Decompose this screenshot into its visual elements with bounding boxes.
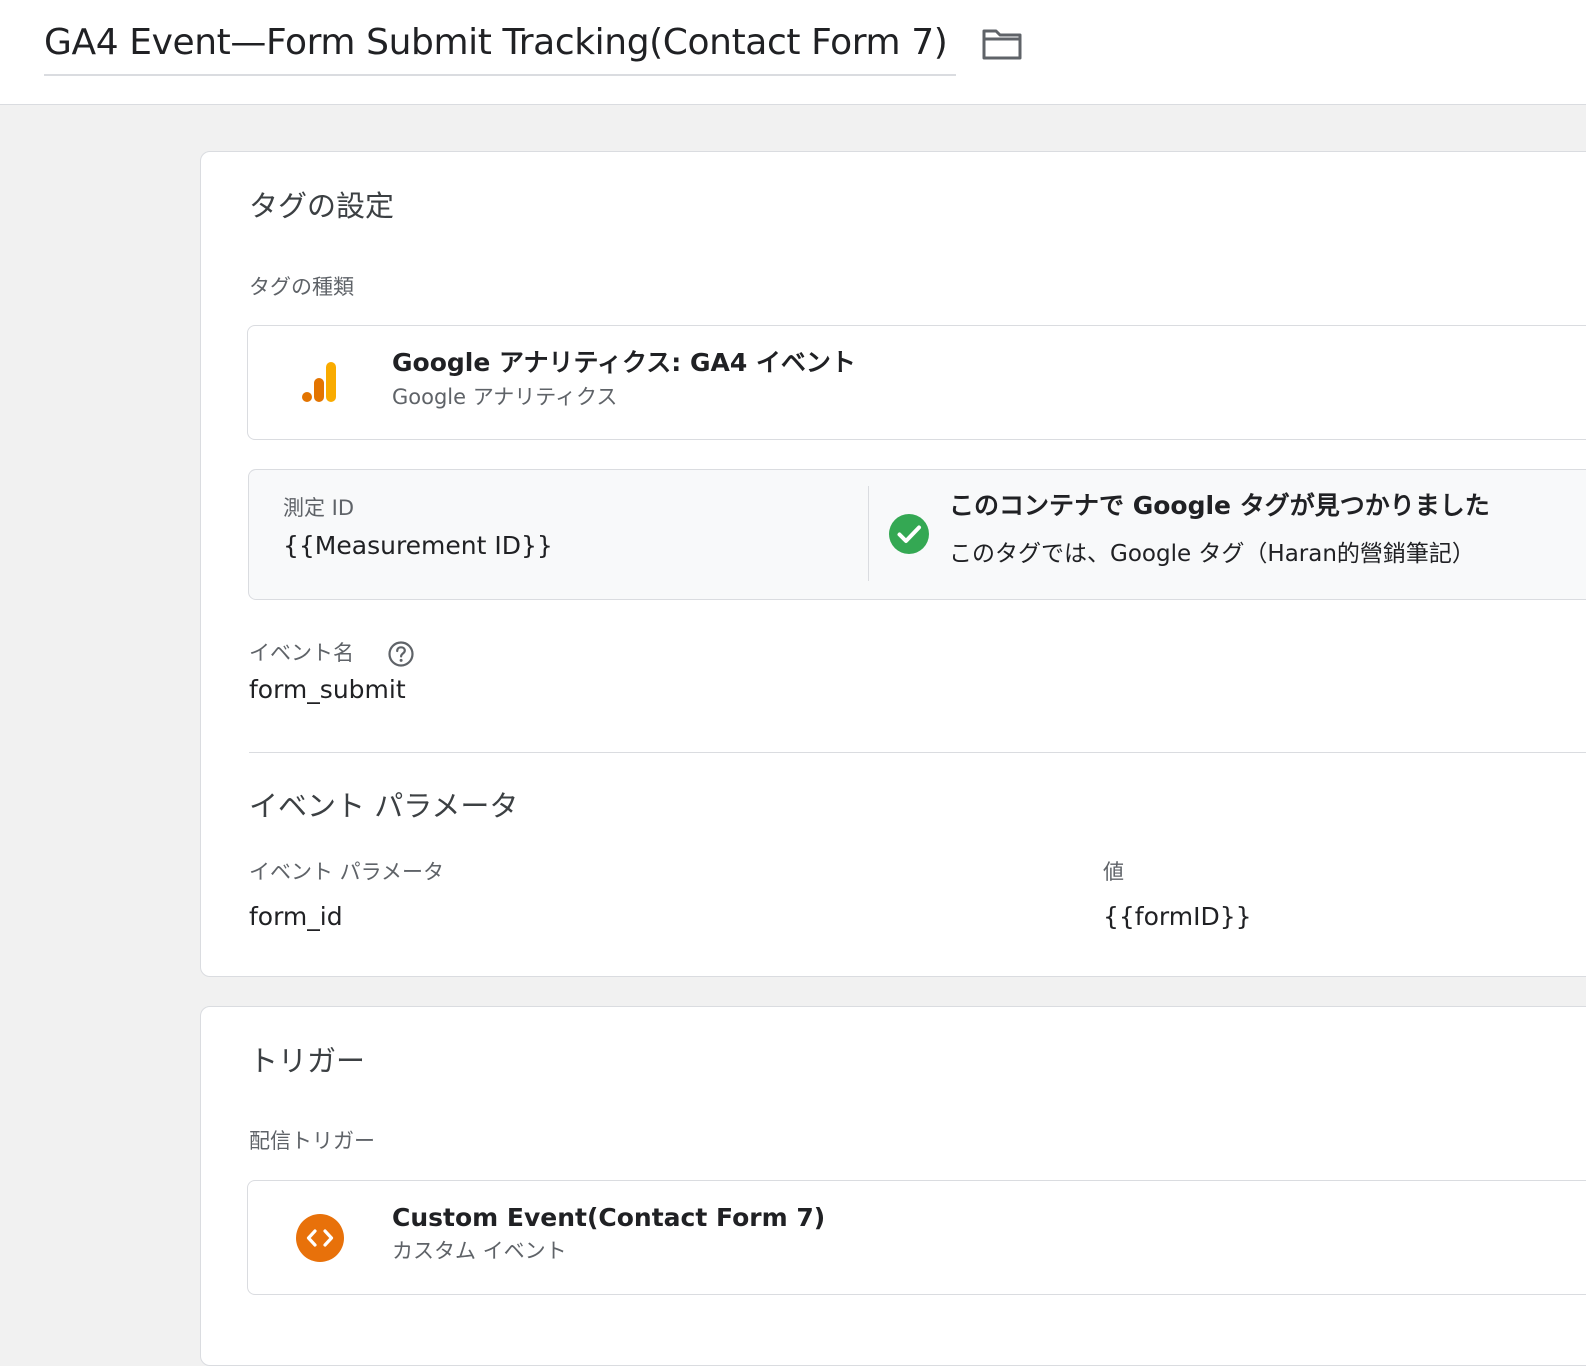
measurement-divider — [868, 486, 869, 581]
check-circle-icon — [889, 514, 929, 554]
trigger-subtitle: カスタム イベント — [392, 1239, 567, 1263]
tag-type-selector[interactable]: Google アナリティクス: GA4 イベント Google アナリティクス — [247, 325, 1586, 440]
event-params-section-title: イベント パラメータ — [249, 789, 519, 823]
google-analytics-icon — [302, 362, 336, 402]
trigger-section-title: トリガー — [249, 1044, 366, 1078]
tag-name-title[interactable]: GA4 Event—Form Submit Tracking(Contact F… — [44, 20, 948, 66]
measurement-id-value[interactable]: {{Measurement ID}} — [283, 530, 553, 562]
tag-config-section-title: タグの設定 — [249, 189, 395, 223]
event-param-name[interactable]: form_id — [249, 901, 343, 933]
event-name-value[interactable]: form_submit — [249, 674, 406, 706]
tag-type-title: Google アナリティクス: GA4 イベント — [392, 348, 856, 377]
google-tag-found-desc: このタグでは、Google タグ（Haran的營銷筆記） — [949, 541, 1475, 567]
event-param-value[interactable]: {{formID}} — [1103, 901, 1252, 933]
firing-trigger-label: 配信トリガー — [249, 1129, 375, 1153]
title-underline — [44, 74, 956, 76]
tag-configuration-card[interactable]: タグの設定 タグの種類 Google アナリティクス: GA4 イベント Goo… — [200, 151, 1586, 977]
event-name-label: イベント名 — [249, 641, 354, 665]
help-icon[interactable] — [387, 640, 415, 668]
event-param-column-header: イベント パラメータ — [249, 860, 445, 884]
trigger-card[interactable]: トリガー 配信トリガー Custom Event(Contact Form 7)… — [200, 1006, 1586, 1366]
tag-type-subtitle: Google アナリティクス — [392, 385, 618, 409]
page-header: GA4 Event—Form Submit Tracking(Contact F… — [0, 0, 1586, 105]
section-divider — [249, 752, 1586, 753]
custom-event-code-icon — [296, 1214, 344, 1262]
measurement-id-box[interactable]: 測定 ID {{Measurement ID}} このコンテナで Google … — [248, 469, 1586, 600]
tag-type-label: タグの種類 — [249, 275, 354, 299]
event-value-column-header: 値 — [1103, 860, 1124, 884]
folder-icon[interactable] — [980, 24, 1024, 64]
google-tag-found-title: このコンテナで Google タグが見つかりました — [949, 491, 1490, 520]
trigger-title: Custom Event(Contact Form 7) — [392, 1203, 826, 1232]
firing-trigger-item[interactable]: Custom Event(Contact Form 7) カスタム イベント — [247, 1180, 1586, 1295]
measurement-id-label: 測定 ID — [283, 496, 355, 520]
